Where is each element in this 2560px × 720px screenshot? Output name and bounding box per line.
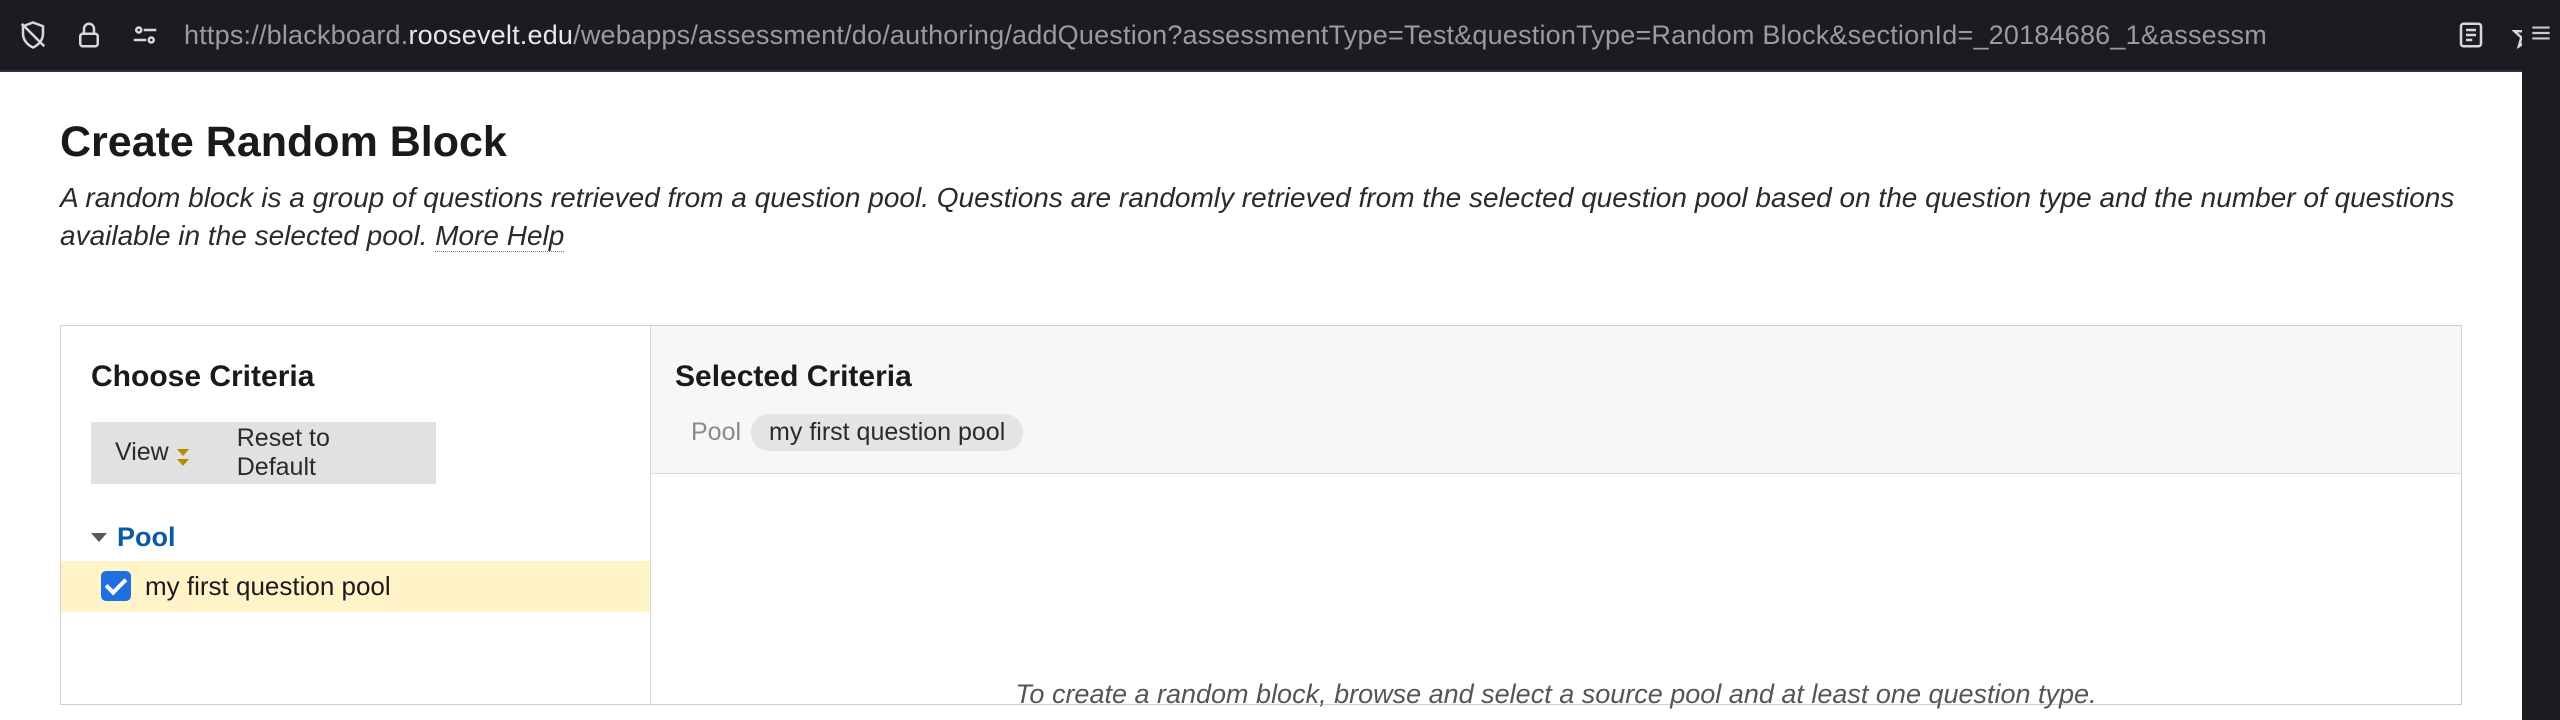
choose-criteria-pane: Choose Criteria View Reset to Default Po… (61, 326, 651, 704)
pool-item-my-first-question-pool[interactable]: my first question pool (61, 561, 650, 612)
view-button[interactable]: View (91, 422, 213, 484)
selected-pool-row: Pool my first question pool (651, 408, 2461, 474)
page-description: A random block is a group of questions r… (60, 179, 2460, 255)
chevron-double-down-icon (177, 449, 189, 456)
browser-sidebar-edge (2522, 0, 2560, 720)
results-placeholder-text: To create a random block, browse and sel… (1015, 679, 2096, 710)
sidebar-toggle-icon[interactable] (2528, 20, 2554, 51)
lock-icon[interactable] (72, 18, 106, 52)
selected-pool-label: Pool (691, 418, 741, 447)
criteria-toolbar: View Reset to Default (91, 422, 436, 484)
criteria-container: Choose Criteria View Reset to Default Po… (60, 325, 2462, 705)
more-help-link[interactable]: More Help (435, 220, 564, 252)
url-text[interactable]: https://blackboard.roosevelt.edu/webapps… (184, 20, 2420, 51)
selected-criteria-header: Selected Criteria (651, 326, 2461, 408)
browser-address-bar: https://blackboard.roosevelt.edu/webapps… (0, 0, 2560, 72)
page-title: Create Random Block (60, 118, 2462, 167)
caret-down-icon (91, 533, 107, 542)
choose-criteria-header: Choose Criteria (61, 326, 650, 412)
selected-criteria-pane: Selected Criteria Pool my first question… (651, 326, 2461, 704)
results-placeholder-area: To create a random block, browse and sel… (651, 474, 2461, 704)
pool-item-label: my first question pool (145, 571, 391, 602)
shield-off-icon[interactable] (16, 18, 50, 52)
reset-to-default-button[interactable]: Reset to Default (213, 422, 436, 484)
reader-mode-icon[interactable] (2454, 18, 2488, 52)
pool-section-header[interactable]: Pool (61, 514, 650, 561)
pool-checkbox[interactable] (101, 571, 131, 601)
selected-pool-chip[interactable]: my first question pool (751, 414, 1023, 451)
permissions-icon[interactable] (128, 18, 162, 52)
